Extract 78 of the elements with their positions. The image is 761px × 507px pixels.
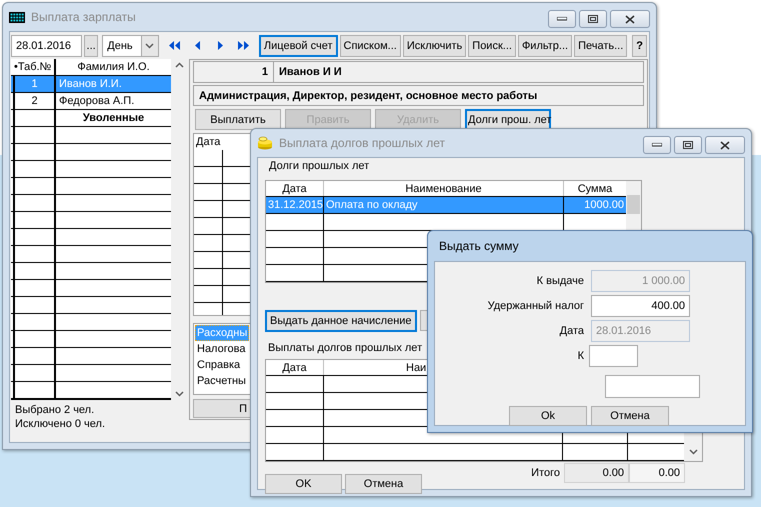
close-icon [625,14,635,24]
column-header: Дата [282,362,307,374]
group-label: Уволенные [82,112,144,124]
toolbar-button[interactable]: Печать... [574,34,628,56]
employee-name: Иванов И И [279,66,342,78]
field-label: К [578,350,584,362]
toolbar-button[interactable]: Фильтр... [518,34,572,56]
table-cell: 31.12.2015 [268,199,323,211]
column-header: Дата [282,182,307,194]
input-field[interactable] [589,345,638,367]
double-left-arrow-icon[interactable] [168,41,180,50]
column-header: •Таб.№ [14,61,52,73]
column-header: Сумма [578,182,612,194]
window-title: Выплата долгов прошлых лет [279,136,446,150]
issue-button[interactable]: Выдать данное начисление [265,310,417,332]
list-item[interactable]: Расчетны [195,373,248,390]
column-header: Наи [406,362,426,374]
list-item[interactable]: Налогова [195,341,248,358]
minimize-icon [652,143,662,147]
bottom-button[interactable]: П [193,399,253,418]
action-button[interactable]: Выплатить [195,109,281,130]
status-text: Исключено 0 чел. [15,418,106,430]
dialog-button[interactable]: Отмена [345,474,422,494]
minimize-button[interactable] [548,10,576,28]
maximize-icon [588,15,598,23]
field-label: К выдаче [536,275,584,287]
dialog-button[interactable]: Отмена [591,406,669,426]
total-value: 0.00 [629,463,685,483]
section-label: Выплаты долгов прошлых лет [268,342,422,356]
coins-icon [257,136,273,150]
window-title: Выплата зарплаты [31,10,136,24]
table-cell: 1000.00 [584,199,624,211]
chevron-down-icon[interactable] [688,449,698,455]
column-header: Фамилия И.О. [77,61,150,73]
status-text: Выбрано 2 чел. [15,404,96,416]
toolbar-button[interactable]: Поиск... [468,34,516,56]
employee-position: Администрация, Директор, резидент, основное место работы [199,90,538,102]
toolbar-button[interactable]: ? [632,34,647,56]
total-label: Итого [531,467,560,479]
table-cell: 2 [31,95,38,107]
column-header: Наименование [405,182,482,194]
partial-button[interactable] [420,310,428,331]
section-label: Долги прошлых лет [269,160,370,174]
period-dropdown[interactable]: День [102,34,159,56]
table-cell: 1 [31,78,38,90]
chevron-down-icon[interactable] [145,42,154,48]
close-icon [720,140,730,150]
chevron-down-icon[interactable] [174,391,184,397]
maximize-icon [683,141,693,149]
minimize-button[interactable] [643,136,671,154]
table-cell: Иванов И.И. [59,78,122,90]
field-label: Удержанный налог [488,300,584,312]
date-field[interactable]: 28.01.2016 [11,34,82,56]
maximize-button[interactable] [674,136,702,154]
total-value: 0.00 [564,463,629,483]
table-cell: Федорова А.П. [59,95,134,107]
maximize-button[interactable] [579,10,607,28]
employee-row[interactable]: 2 Федорова А.П. [11,93,171,110]
dialog-button[interactable]: OK [265,474,342,494]
table-cell: Оплата по окладу [326,199,418,211]
browse-button[interactable]: ... [84,34,98,56]
employee-number: 1 [262,66,268,78]
toolbar-button[interactable]: Исключить [402,34,466,56]
window-title: Выдать сумму [439,239,519,253]
toolbar-button[interactable]: Лицевой счет [258,34,338,56]
chevron-up-icon[interactable] [174,62,184,68]
column-header: Дата [196,136,220,148]
input-field[interactable]: 400.00 [591,295,690,317]
field-label: Дата [560,325,584,337]
close-button[interactable] [610,10,650,28]
toolbar-button[interactable]: Списком... [340,34,401,56]
minimize-icon [557,17,567,21]
dialog-button[interactable]: Ok [509,406,587,426]
double-right-arrow-icon[interactable] [238,41,249,50]
close-button[interactable] [705,136,745,154]
input-field[interactable] [605,375,700,398]
list-item[interactable]: Справка [195,357,242,374]
grid-icon [9,12,25,22]
